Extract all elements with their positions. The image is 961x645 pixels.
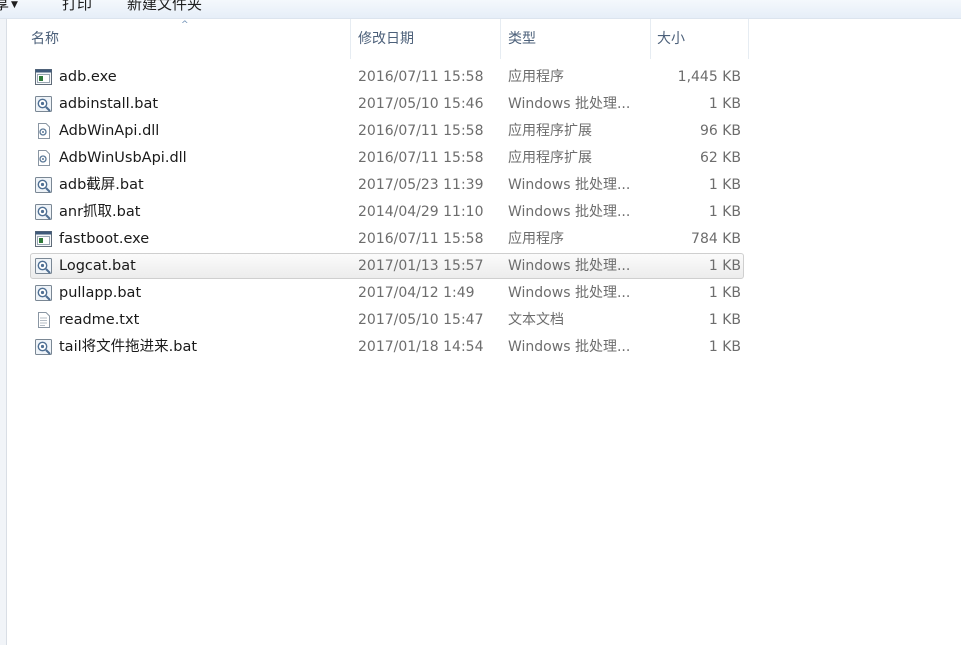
- dll-icon: [35, 150, 52, 166]
- file-modified-date: 2017/01/18 14:54: [358, 339, 484, 355]
- file-name: pullapp.bat: [59, 285, 142, 301]
- print-button[interactable]: 打印: [62, 0, 92, 14]
- file-row[interactable]: tail将文件拖进来.bat 2017/01/18 14:54 Windows 批处…: [30, 334, 744, 360]
- file-modified-date: 2017/04/12 1:49: [358, 285, 475, 301]
- file-size: 1 KB: [708, 312, 741, 328]
- file-name: anr抓取.bat: [59, 204, 141, 220]
- file-size: 96 KB: [699, 123, 741, 139]
- file-type: 文本文档: [508, 312, 564, 328]
- column-header-date[interactable]: 修改日期: [351, 19, 501, 59]
- file-name: adb截屏.bat: [59, 177, 144, 193]
- file-row[interactable]: anr抓取.bat 2014/04/29 11:10 Windows 批处理... 1…: [30, 199, 744, 225]
- command-bar: 享▼ 打印 新建文件夹: [0, 0, 961, 19]
- file-row[interactable]: adb.exe 2016/07/11 15:58 应用程序 1,445 KB: [30, 64, 744, 90]
- file-type: 应用程序: [508, 231, 564, 247]
- file-row[interactable]: pullapp.bat 2017/04/12 1:49 Windows 批处理...…: [30, 280, 744, 306]
- bat-icon: [35, 96, 52, 112]
- file-name: adbinstall.bat: [59, 96, 159, 112]
- bat-icon: [35, 177, 52, 193]
- file-row[interactable]: readme.txt 2017/05/10 15:47 文本文档 1 KB: [30, 307, 744, 333]
- dropdown-arrow-icon: ▼: [11, 0, 18, 10]
- file-modified-date: 2017/05/23 11:39: [358, 177, 484, 193]
- bat-icon: [35, 258, 52, 274]
- file-name: Logcat.bat: [59, 258, 136, 274]
- file-modified-date: 2017/05/10 15:47: [358, 312, 484, 328]
- share-label: 享: [0, 0, 9, 13]
- txt-icon: [35, 312, 52, 328]
- file-row[interactable]: fastboot.exe 2016/07/11 15:58 应用程序 784 KB: [30, 226, 744, 252]
- file-size: 784 KB: [691, 231, 741, 247]
- dll-icon: [35, 123, 52, 139]
- file-modified-date: 2017/01/13 15:57: [358, 258, 484, 274]
- file-type: Windows 批处理...: [508, 204, 631, 220]
- file-row[interactable]: AdbWinApi.dll 2016/07/11 15:58 应用程序扩展 96 KB: [30, 118, 744, 144]
- file-size: 1 KB: [708, 258, 741, 274]
- file-size: 1 KB: [708, 285, 741, 301]
- file-row[interactable]: Logcat.bat 2017/01/13 15:57 Windows 批处理...…: [30, 253, 744, 279]
- file-name: AdbWinApi.dll: [59, 123, 160, 139]
- file-name: fastboot.exe: [59, 231, 150, 247]
- file-row[interactable]: adbinstall.bat 2017/05/10 15:46 Windows 批处…: [30, 91, 744, 117]
- file-type: Windows 批处理...: [508, 177, 631, 193]
- new-folder-button[interactable]: 新建文件夹: [127, 0, 202, 14]
- file-modified-date: 2016/07/11 15:58: [358, 150, 484, 166]
- file-row[interactable]: adb截屏.bat 2017/05/23 11:39 Windows 批处理... 1…: [30, 172, 744, 198]
- column-header-name[interactable]: 名称: [7, 19, 351, 59]
- bat-icon: [35, 285, 52, 301]
- file-type: 应用程序扩展: [508, 123, 592, 139]
- column-header: 名称 ^ 修改日期 类型 大小: [7, 19, 961, 59]
- file-name: tail将文件拖进来.bat: [59, 339, 198, 355]
- file-size: 1,445 KB: [677, 69, 741, 85]
- file-name: AdbWinUsbApi.dll: [59, 150, 187, 166]
- sort-ascending-icon: ^: [181, 20, 189, 30]
- file-type: 应用程序扩展: [508, 150, 592, 166]
- file-name: adb.exe: [59, 69, 117, 85]
- file-type: Windows 批处理...: [508, 258, 631, 274]
- file-type: Windows 批处理...: [508, 339, 631, 355]
- file-type: Windows 批处理...: [508, 285, 631, 301]
- exe-icon: [35, 69, 52, 85]
- column-header-type[interactable]: 类型: [501, 19, 651, 59]
- file-name: readme.txt: [59, 312, 140, 328]
- file-type: 应用程序: [508, 69, 564, 85]
- navigation-pane-edge: [0, 19, 7, 645]
- column-header-size[interactable]: 大小: [651, 19, 749, 59]
- exe-icon: [35, 231, 52, 247]
- file-modified-date: 2017/05/10 15:46: [358, 96, 484, 112]
- file-modified-date: 2016/07/11 15:58: [358, 69, 484, 85]
- bat-icon: [35, 204, 52, 220]
- file-size: 1 KB: [708, 177, 741, 193]
- file-size: 62 KB: [699, 150, 741, 166]
- file-size: 1 KB: [708, 339, 741, 355]
- file-size: 1 KB: [708, 96, 741, 112]
- bat-icon: [35, 339, 52, 355]
- file-row[interactable]: AdbWinUsbApi.dll 2016/07/11 15:58 应用程序扩展 62…: [30, 145, 744, 171]
- share-menu-button[interactable]: 享▼: [0, 0, 18, 14]
- file-type: Windows 批处理...: [508, 96, 631, 112]
- file-modified-date: 2016/07/11 15:58: [358, 231, 484, 247]
- file-size: 1 KB: [708, 204, 741, 220]
- file-modified-date: 2016/07/11 15:58: [358, 123, 484, 139]
- file-modified-date: 2014/04/29 11:10: [358, 204, 484, 220]
